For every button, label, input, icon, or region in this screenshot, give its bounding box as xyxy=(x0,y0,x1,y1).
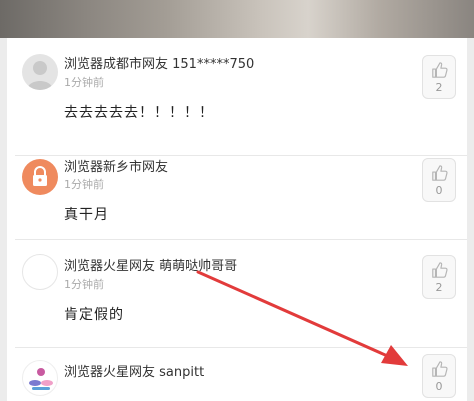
thumbs-up-icon xyxy=(432,262,448,278)
logo-avatar-icon xyxy=(29,368,53,390)
like-button[interactable]: 0 xyxy=(422,158,456,202)
right-frame xyxy=(467,38,474,401)
comment-time: 1分钟前 xyxy=(64,76,104,89)
person-icon xyxy=(27,61,53,90)
like-count: 2 xyxy=(435,81,443,94)
comment-time: 1分钟前 xyxy=(64,278,104,291)
logo-avatar[interactable] xyxy=(22,360,58,396)
like-button[interactable]: 2 xyxy=(422,55,456,99)
blank-avatar[interactable] xyxy=(22,254,58,290)
comment-list: 浏览器成都市网友 151*****750 1分钟前 去去去去去！！！！！ 2 浏… xyxy=(7,38,467,401)
default-user-avatar[interactable] xyxy=(22,54,58,90)
comment-item: 浏览器成都市网友 151*****750 1分钟前 去去去去去！！！！！ 2 xyxy=(7,38,467,156)
thumbs-up-icon xyxy=(432,361,448,377)
left-frame xyxy=(0,38,7,401)
comment-username[interactable]: 浏览器新乡市网友 xyxy=(64,156,168,175)
like-count: 2 xyxy=(435,281,443,294)
comment-text: 去去去去去！！！！！ xyxy=(64,105,214,121)
article-header-image xyxy=(0,0,474,38)
like-button[interactable]: 2 xyxy=(422,255,456,299)
comment-text: 肯定假的 xyxy=(64,307,124,323)
comment-time: 1分钟前 xyxy=(64,178,104,191)
comment-username[interactable]: 浏览器火星网友 萌萌哒帅哥哥 xyxy=(64,255,237,274)
like-count: 0 xyxy=(435,380,443,393)
comment-item: 浏览器火星网友 sanpitt 0 xyxy=(7,348,467,401)
comment-username[interactable]: 浏览器火星网友 sanpitt xyxy=(64,361,204,380)
thumbs-up-icon xyxy=(432,165,448,181)
thumbs-up-icon xyxy=(432,62,448,78)
comment-item: 浏览器新乡市网友 1分钟前 真干月 0 xyxy=(7,156,467,240)
comment-text: 真干月 xyxy=(64,207,109,223)
comment-username[interactable]: 浏览器成都市网友 151*****750 xyxy=(64,53,254,72)
like-count: 0 xyxy=(435,184,443,197)
like-button[interactable]: 0 xyxy=(422,354,456,398)
lock-icon xyxy=(33,166,47,186)
comment-item: 浏览器火星网友 萌萌哒帅哥哥 1分钟前 肯定假的 2 xyxy=(7,240,467,348)
lock-avatar[interactable] xyxy=(22,159,58,195)
